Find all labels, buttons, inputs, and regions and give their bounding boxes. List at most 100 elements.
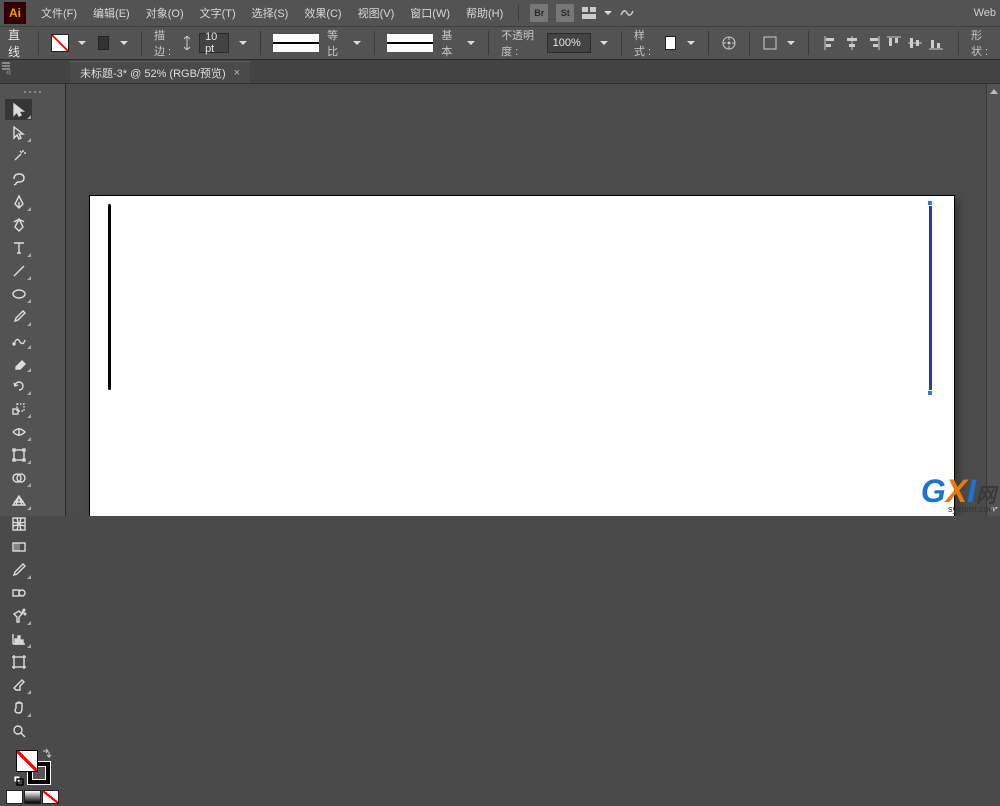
scroll-down-icon[interactable] [987, 502, 1000, 516]
stroke-weight-dropdown[interactable] [237, 34, 248, 52]
close-tab-icon[interactable]: × [234, 67, 240, 79]
fill-color-swatch[interactable] [16, 750, 38, 772]
stock-icon[interactable]: St [556, 4, 574, 22]
align-top-icon[interactable] [884, 33, 904, 53]
free-transform-tool[interactable] [5, 444, 32, 465]
align-right-icon[interactable] [863, 33, 883, 53]
menu-bar: Ai 文件(F) 编辑(E) 对象(O) 文字(T) 选择(S) 效果(C) 视… [0, 0, 1000, 26]
graphic-style-swatch[interactable] [665, 36, 676, 50]
menu-window[interactable]: 窗口(W) [403, 2, 457, 24]
line-object-left[interactable] [108, 204, 111, 390]
symbol-sprayer-tool[interactable] [5, 605, 32, 626]
separator [808, 31, 809, 55]
separator [621, 31, 622, 55]
fill-dropdown[interactable] [77, 34, 88, 52]
shape-builder-tool[interactable] [5, 467, 32, 488]
artboard[interactable] [90, 196, 954, 516]
stroke-dropdown[interactable] [119, 34, 130, 52]
direct-selection-tool[interactable] [5, 122, 32, 143]
menu-file[interactable]: 文件(F) [34, 2, 84, 24]
document-tab[interactable]: 未标题-3* @ 52% (RGB/预览) × [70, 61, 250, 83]
fill-stroke-box[interactable] [16, 750, 50, 784]
column-graph-tool[interactable] [5, 628, 32, 649]
rotate-tool[interactable] [5, 375, 32, 396]
menu-edit[interactable]: 编辑(E) [86, 2, 137, 24]
brush-definition[interactable] [387, 34, 433, 52]
brush-label: 基本 [441, 27, 457, 59]
ellipse-tool[interactable] [5, 283, 32, 304]
eyedropper-tool[interactable] [5, 559, 32, 580]
stroke-weight-field[interactable]: 10 pt [199, 33, 229, 53]
align-hcenter-icon[interactable] [842, 33, 862, 53]
blend-tool[interactable] [5, 582, 32, 603]
slice-tool[interactable] [5, 674, 32, 695]
perspective-grid-tool[interactable] [5, 490, 32, 511]
style-dropdown[interactable] [686, 34, 697, 52]
separator [260, 31, 261, 55]
eraser-tool[interactable] [5, 352, 32, 373]
color-mode-solid[interactable] [6, 790, 23, 804]
panel-grip-icon[interactable] [0, 88, 65, 96]
arrange-documents-icon[interactable] [579, 3, 599, 23]
gradient-tool[interactable] [5, 536, 32, 557]
hand-tool[interactable] [5, 697, 32, 718]
anchor-point-bottom[interactable] [927, 390, 933, 396]
variable-width-profile[interactable] [273, 34, 319, 52]
style-label: 样式 : [634, 27, 655, 59]
stroke-swatch[interactable] [98, 36, 109, 50]
color-mode-none[interactable] [42, 790, 59, 804]
tools-panel [0, 84, 66, 516]
tool-name-label: 直线 [8, 26, 26, 60]
bridge-icon[interactable]: Br [530, 4, 548, 22]
align-bottom-icon[interactable] [926, 33, 946, 53]
arrange-dropdown[interactable] [601, 4, 615, 22]
panel-grip-icon[interactable]: « [0, 60, 70, 84]
align-to-icon[interactable] [762, 33, 778, 53]
anchor-point-top[interactable] [927, 200, 933, 206]
canvas-area[interactable] [66, 84, 986, 516]
scale-tool[interactable] [5, 398, 32, 419]
align-to-dropdown[interactable] [786, 34, 797, 52]
line-segment-tool[interactable] [5, 260, 32, 281]
curvature-tool[interactable] [5, 214, 32, 235]
menu-type[interactable]: 文字(T) [193, 2, 243, 24]
opacity-dropdown[interactable] [599, 34, 610, 52]
profile-label: 等比 [327, 27, 343, 59]
menu-object[interactable]: 对象(O) [139, 2, 191, 24]
align-left-icon[interactable] [821, 33, 841, 53]
stroke-weight-link-icon[interactable] [183, 36, 191, 50]
recolor-artwork-icon[interactable] [721, 33, 737, 53]
brush-dropdown[interactable] [466, 34, 477, 52]
color-modes [0, 788, 65, 806]
lasso-tool[interactable] [5, 168, 32, 189]
swap-fill-stroke-icon[interactable] [42, 748, 52, 761]
scroll-up-icon[interactable] [987, 84, 1000, 98]
profile-dropdown[interactable] [352, 34, 363, 52]
menu-select[interactable]: 选择(S) [245, 2, 296, 24]
mesh-tool[interactable] [5, 513, 32, 534]
width-tool[interactable] [5, 421, 32, 442]
separator [749, 31, 750, 55]
gpu-preview-icon[interactable] [617, 3, 637, 23]
opacity-field[interactable]: 100% [547, 33, 591, 53]
separator [518, 5, 519, 21]
type-tool[interactable] [5, 237, 32, 258]
shaper-tool[interactable] [5, 329, 32, 350]
paintbrush-tool[interactable] [5, 306, 32, 327]
color-mode-gradient[interactable] [24, 790, 41, 804]
menu-effect[interactable]: 效果(C) [297, 2, 348, 24]
zoom-tool[interactable] [5, 720, 32, 741]
selection-tool[interactable] [5, 99, 32, 120]
align-vcenter-icon[interactable] [905, 33, 925, 53]
pen-tool[interactable] [5, 191, 32, 212]
artboard-tool[interactable] [5, 651, 32, 672]
fill-swatch[interactable] [51, 34, 69, 52]
magic-wand-tool[interactable] [5, 145, 32, 166]
default-fill-stroke-icon[interactable] [14, 776, 24, 786]
workspace-label[interactable]: Web [974, 7, 996, 19]
vertical-scrollbar[interactable] [986, 84, 1000, 516]
line-object-right-selected[interactable] [929, 204, 932, 392]
menu-view[interactable]: 视图(V) [351, 2, 402, 24]
separator [708, 31, 709, 55]
menu-help[interactable]: 帮助(H) [459, 2, 510, 24]
